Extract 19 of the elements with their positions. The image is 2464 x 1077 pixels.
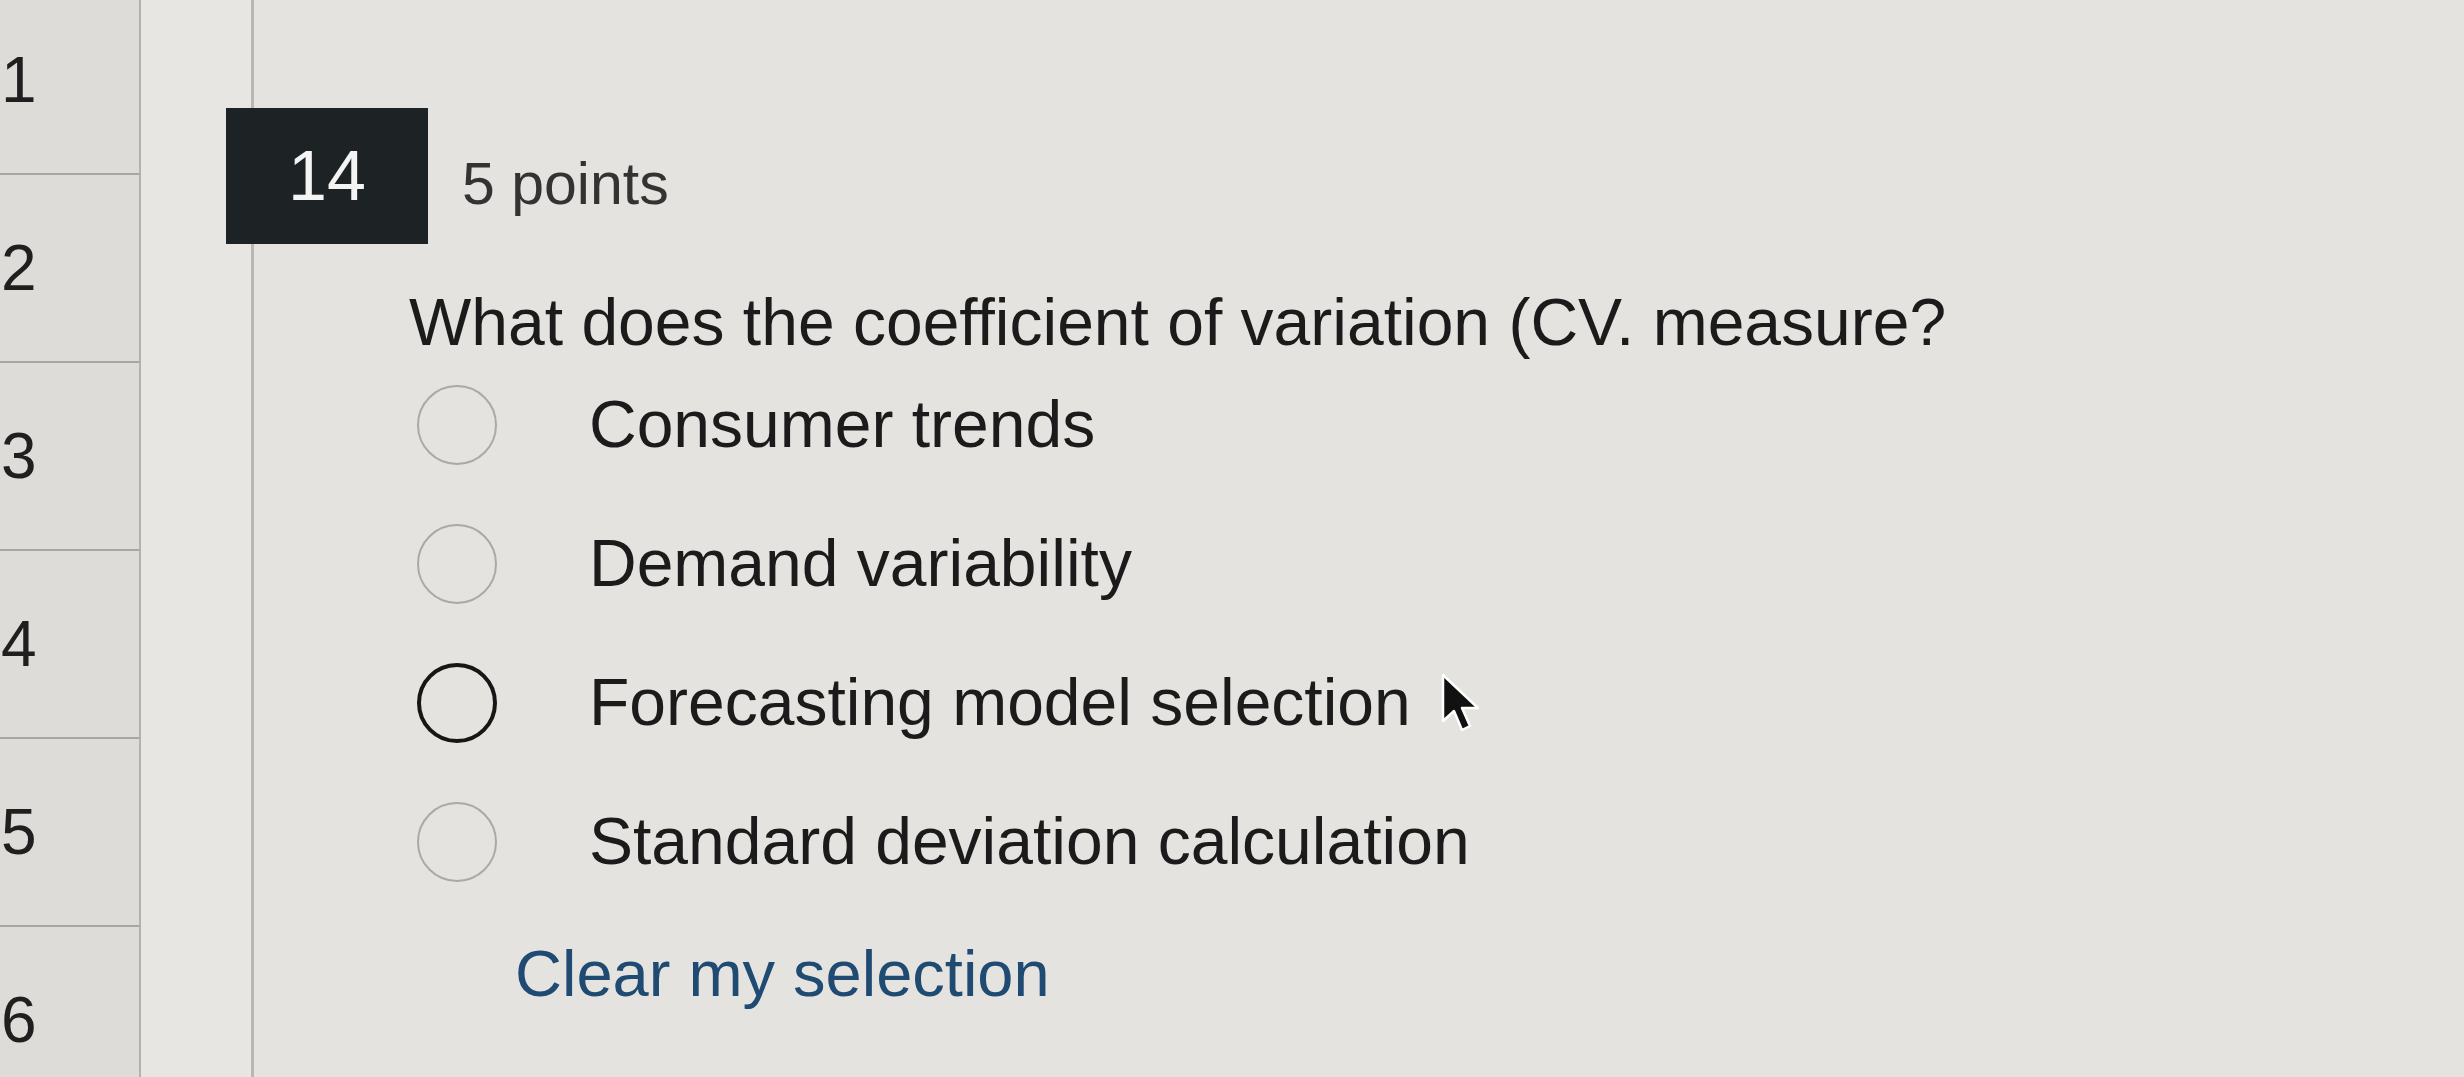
radio-button[interactable]	[417, 662, 497, 743]
question-text: What does the coefficient of variation (CV. measure?	[409, 284, 1947, 361]
question-nav-link[interactable]: 4	[1, 608, 37, 680]
question-nav-link[interactable]: 3	[1, 420, 37, 492]
radio-button[interactable]	[417, 801, 497, 882]
option-label[interactable]: Demand variability	[589, 523, 1132, 604]
radio-button[interactable]	[417, 384, 497, 465]
option-label[interactable]: Forecasting model selection	[589, 662, 1411, 743]
question-number: 14	[226, 108, 428, 244]
radio-button[interactable]	[417, 523, 497, 604]
option-label[interactable]: Consumer trends	[589, 384, 1096, 465]
question-nav-link[interactable]: 6	[1, 984, 37, 1056]
points-label: 5 points	[462, 150, 669, 218]
question-nav-link[interactable]: 1	[1, 44, 37, 116]
mouse-cursor-icon	[1440, 672, 1481, 733]
question-nav-link[interactable]: 5	[1, 796, 37, 868]
clear-selection-link[interactable]: Clear my selection	[515, 934, 1050, 1014]
question-nav-link[interactable]: 2	[1, 232, 37, 304]
option-label[interactable]: Standard deviation calculation	[589, 801, 1470, 882]
